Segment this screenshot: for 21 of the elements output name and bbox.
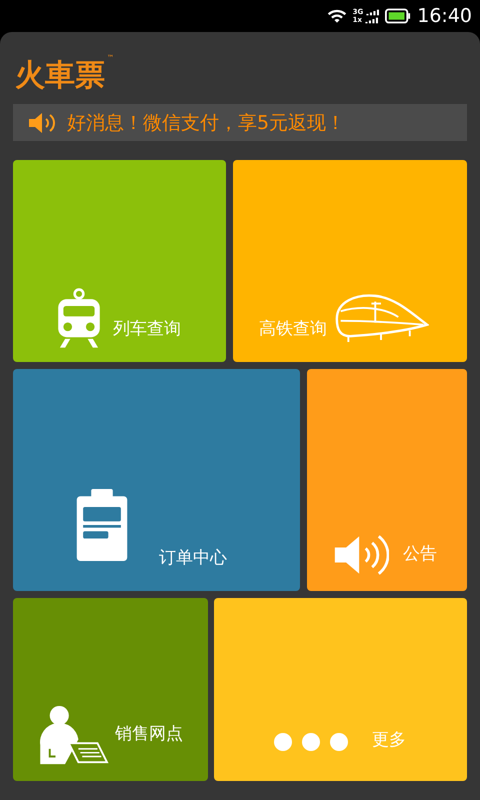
tile-label: 更多: [372, 729, 406, 751]
menu-tile[interactable]: 列车查询: [13, 160, 226, 362]
tile-label: 公告: [403, 543, 437, 565]
tile-label: 销售网点: [115, 723, 183, 745]
wifi-icon: [326, 8, 347, 24]
tile-label: 订单中心: [159, 547, 227, 569]
clock: 16:40: [417, 5, 472, 27]
battery-icon: [385, 8, 412, 24]
menu-tile[interactable]: 更多: [214, 598, 467, 781]
menu-tile[interactable]: 销售网点: [13, 598, 208, 781]
menu-tile[interactable]: 公告: [307, 369, 467, 591]
menu-tile[interactable]: 订单中心: [13, 369, 300, 591]
speaker-icon: [333, 533, 389, 577]
tile-label: 列车查询: [113, 318, 181, 340]
dots-icon: [274, 733, 348, 751]
notice-text: 好消息！微信支付，享5元返现！: [67, 110, 346, 136]
app-logo: 火車票: [14, 57, 106, 95]
notice-bar[interactable]: 好消息！微信支付，享5元返现！: [13, 104, 467, 141]
tile-label: 高铁查询: [259, 318, 327, 340]
speaker-icon: [27, 112, 57, 134]
menu-tile[interactable]: 高铁查询: [233, 160, 467, 362]
